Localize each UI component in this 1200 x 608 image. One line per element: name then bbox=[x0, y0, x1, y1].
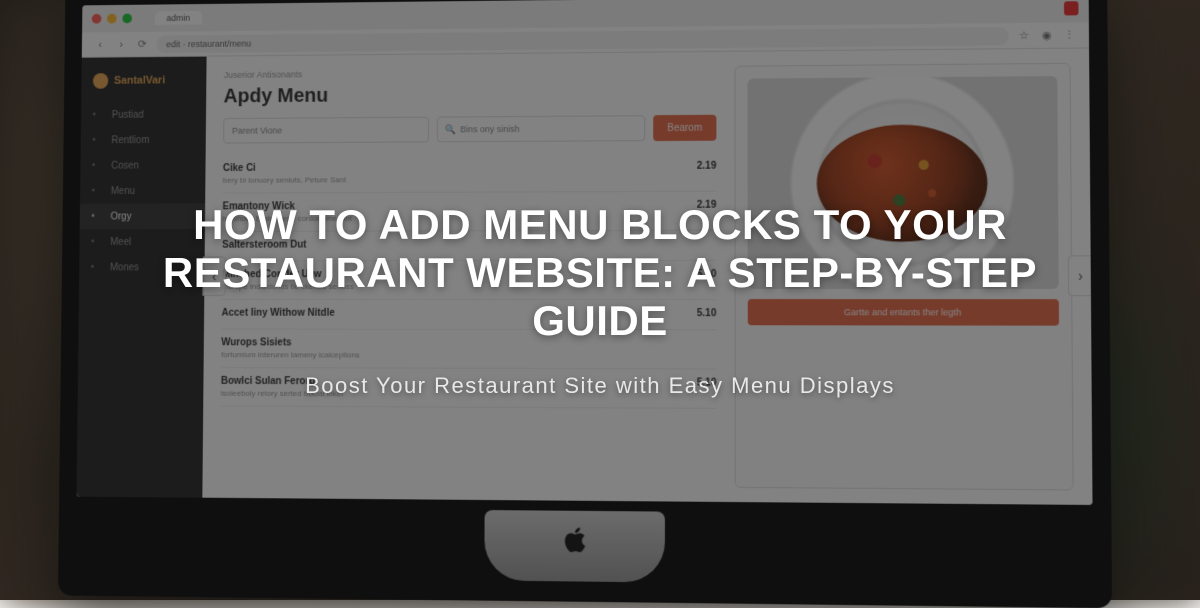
hero-overlay: HOW TO ADD MENU BLOCKS TO YOUR RESTAURAN… bbox=[0, 0, 1200, 600]
hero-title: HOW TO ADD MENU BLOCKS TO YOUR RESTAURAN… bbox=[120, 201, 1080, 346]
hero-subtitle: Boost Your Restaurant Site with Easy Men… bbox=[305, 373, 895, 399]
